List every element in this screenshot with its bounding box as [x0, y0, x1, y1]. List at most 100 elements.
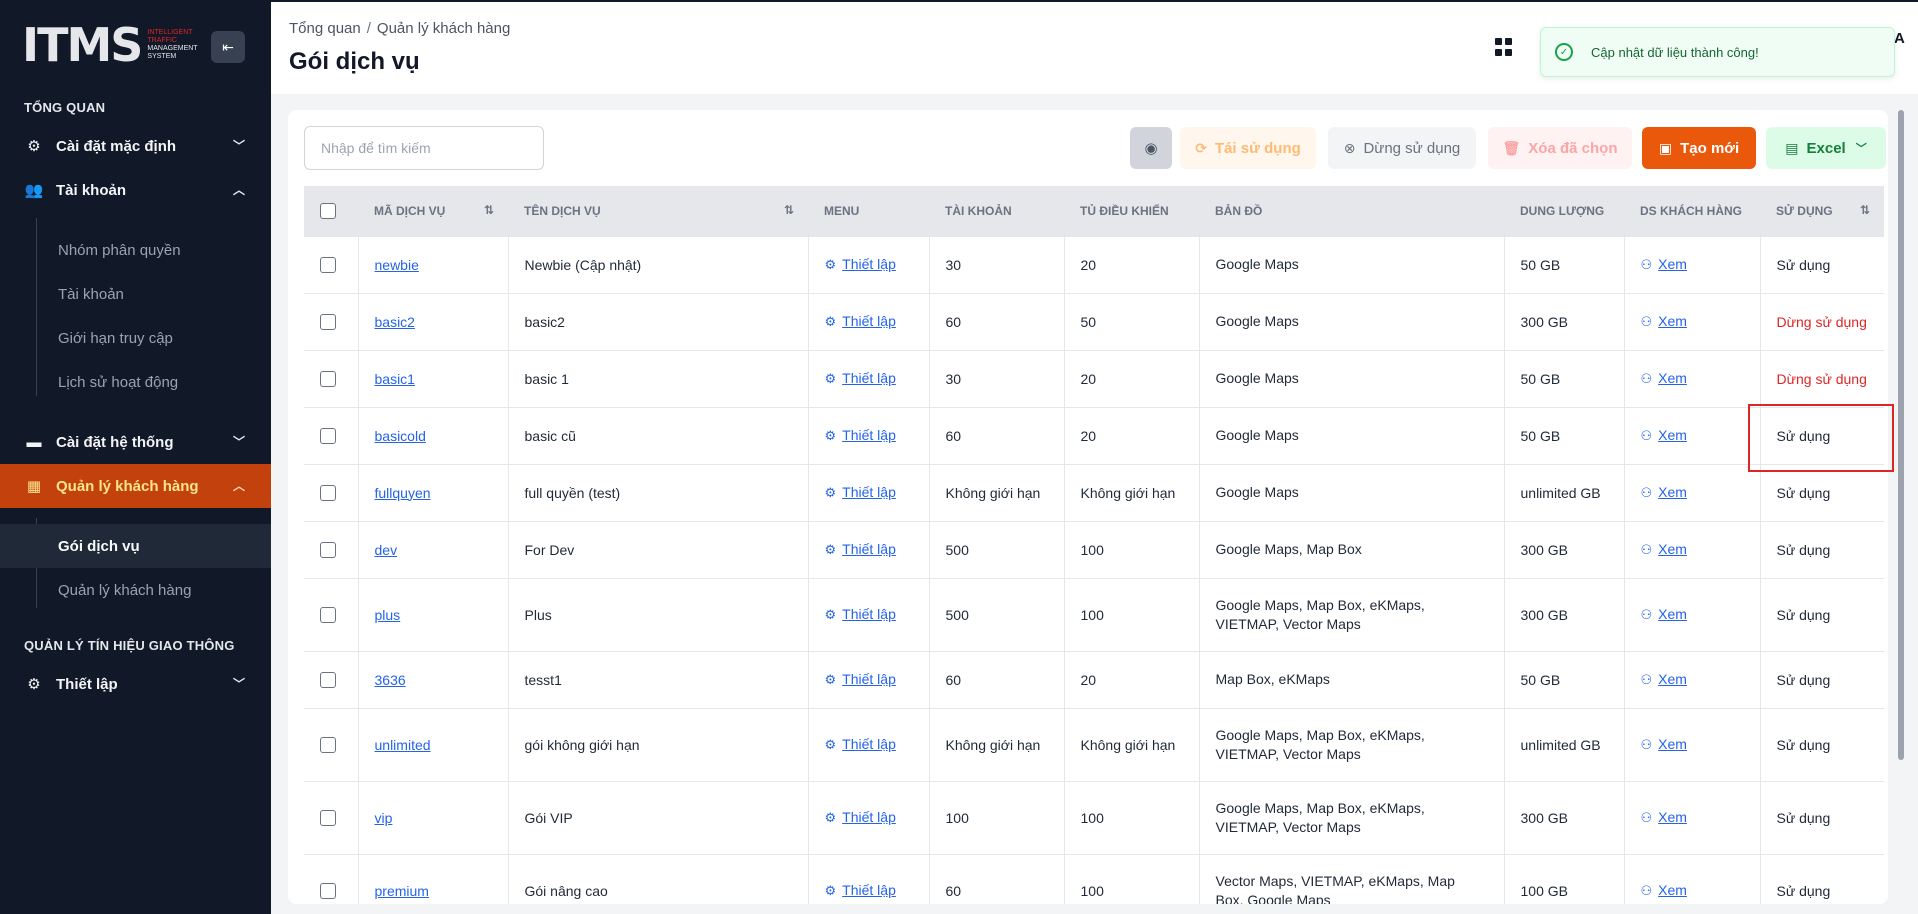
- sort-icon[interactable]: ⇅: [1860, 203, 1870, 217]
- sort-icon[interactable]: ⇅: [784, 203, 794, 217]
- select-all-checkbox[interactable]: [320, 202, 336, 219]
- nav-customer-management[interactable]: ▦ Quản lý khách hàng ︿: [0, 464, 271, 508]
- service-code-link[interactable]: plus: [375, 607, 401, 623]
- service-code-link[interactable]: vip: [375, 810, 393, 826]
- view-customers-link[interactable]: Xem: [1658, 313, 1687, 329]
- setup-link[interactable]: Thiết lập: [842, 736, 896, 752]
- service-code-link[interactable]: fullquyen: [375, 485, 431, 501]
- service-code-link[interactable]: unlimited: [375, 737, 431, 753]
- setup-link[interactable]: Thiết lập: [842, 256, 896, 272]
- users-icon: ⚇: [1640, 737, 1653, 752]
- search-input[interactable]: [304, 126, 544, 170]
- view-customers-link[interactable]: Xem: [1658, 370, 1687, 386]
- sidebar-item-accounts[interactable]: Tài khoản: [0, 272, 271, 316]
- setup-link[interactable]: Thiết lập: [842, 606, 896, 622]
- breadcrumb-overview[interactable]: Tổng quan: [289, 20, 361, 37]
- col-controllers: TỦ ĐIỀU KHIỂN: [1080, 203, 1169, 218]
- row-checkbox[interactable]: [320, 542, 336, 559]
- setup-link[interactable]: Thiết lập: [842, 370, 896, 386]
- row-select-cell: [304, 235, 358, 293]
- trash-icon: 🗑: [1502, 139, 1521, 156]
- row-checkbox[interactable]: [320, 607, 336, 624]
- view-customers-link[interactable]: Xem: [1658, 882, 1687, 898]
- row-checkbox[interactable]: [320, 257, 336, 274]
- users-icon: ⚇: [1640, 428, 1653, 443]
- row-checkbox[interactable]: [320, 737, 336, 754]
- toast-message: Cập nhật dữ liệu thành công!: [1591, 44, 1759, 60]
- row-checkbox[interactable]: [320, 672, 336, 689]
- create-new-button[interactable]: ▣ Tạo mới: [1642, 127, 1756, 169]
- code-cell: basic1: [357, 349, 508, 407]
- customers-cell: ⚇ Xem: [1623, 406, 1760, 464]
- nav-default-settings[interactable]: ⚙ Cài đặt mặc định ﹀: [0, 124, 271, 168]
- user-avatar[interactable]: A: [1894, 30, 1905, 47]
- delete-selected-button[interactable]: 🗑 Xóa đã chọn: [1488, 127, 1632, 169]
- setup-link[interactable]: Thiết lập: [842, 809, 896, 825]
- row-checkbox[interactable]: [320, 314, 336, 331]
- check-circle-icon: ✓: [1555, 43, 1573, 61]
- setup-link[interactable]: Thiết lập: [842, 882, 896, 898]
- maps-cell: Map Box, eKMaps: [1198, 650, 1504, 708]
- nav-account[interactable]: 👥 Tài khoản ︿: [0, 168, 271, 212]
- service-code-link[interactable]: basicold: [375, 428, 426, 444]
- view-customers-link[interactable]: Xem: [1658, 256, 1687, 272]
- name-cell: For Dev: [507, 520, 808, 578]
- row-checkbox[interactable]: [320, 485, 336, 502]
- menu-cell: ⚙ Thiết lập: [807, 463, 929, 521]
- col-name[interactable]: TÊN DỊCH VỤ ⇅: [508, 186, 808, 236]
- scrollbar[interactable]: [1898, 110, 1904, 760]
- chevron-down-icon: ﹀: [232, 435, 245, 449]
- column-visibility-button[interactable]: ◉: [1130, 127, 1172, 169]
- col-status[interactable]: SỬ DỤNG ⇅: [1760, 186, 1884, 236]
- service-code-link[interactable]: basic2: [375, 314, 415, 330]
- excel-export-button[interactable]: ▤ Excel ﹀: [1766, 127, 1886, 169]
- setup-link[interactable]: Thiết lập: [842, 671, 896, 687]
- service-code-link[interactable]: 3636: [375, 672, 406, 688]
- service-code-link[interactable]: basic1: [375, 371, 415, 387]
- collapse-sidebar-button[interactable]: ⇤: [211, 31, 245, 63]
- apps-grid-icon[interactable]: [1495, 38, 1513, 56]
- col-maps: BẢN ĐỒ: [1215, 203, 1263, 218]
- sidebar-item-service-packages[interactable]: Gói dịch vụ: [0, 524, 271, 568]
- view-customers-link[interactable]: Xem: [1658, 541, 1687, 557]
- row-checkbox[interactable]: [320, 883, 336, 900]
- reuse-button[interactable]: ⟳ Tái sử dụng: [1180, 127, 1316, 169]
- stop-using-button[interactable]: ⊗ Dừng sử dụng: [1328, 127, 1476, 169]
- view-customers-link[interactable]: Xem: [1658, 671, 1687, 687]
- view-customers-link[interactable]: Xem: [1658, 736, 1687, 752]
- controllers-cell: 100: [1063, 577, 1199, 651]
- window-icon: ▬: [26, 433, 42, 451]
- sidebar-item-activity-history[interactable]: Lịch sử hoạt động: [0, 360, 271, 404]
- nav-system-settings[interactable]: ▬ Cài đặt hệ thống ﹀: [0, 420, 271, 464]
- table-row: fullquyen full quyền (test) ⚙ Thiết lập Khôn…: [304, 463, 1884, 521]
- service-code-link[interactable]: dev: [375, 542, 398, 558]
- breadcrumb-customer-management[interactable]: Quản lý khách hàng: [377, 20, 510, 37]
- status-cell: Sử dụng: [1759, 520, 1884, 578]
- users-icon: ⚇: [1640, 607, 1653, 622]
- nav-setup[interactable]: ⚙ Thiết lập ﹀: [0, 662, 271, 706]
- sidebar-item-customers[interactable]: Quản lý khách hàng: [0, 568, 271, 612]
- setup-link[interactable]: Thiết lập: [842, 484, 896, 500]
- service-code-link[interactable]: premium: [375, 883, 429, 899]
- col-code[interactable]: MÃ DỊCH VỤ ⇅: [358, 186, 508, 236]
- sort-icon[interactable]: ⇅: [484, 203, 494, 217]
- sidebar-item-access-limits[interactable]: Giới hạn truy cập: [0, 316, 271, 360]
- row-checkbox[interactable]: [320, 810, 336, 827]
- settings-icon: ⚙: [824, 810, 837, 825]
- sidebar-item-permission-groups[interactable]: Nhóm phân quyền: [0, 228, 271, 272]
- setup-link[interactable]: Thiết lập: [842, 313, 896, 329]
- setup-link[interactable]: Thiết lập: [842, 541, 896, 557]
- storage-cell: 300 GB: [1503, 577, 1624, 651]
- service-code-link[interactable]: newbie: [375, 257, 419, 273]
- table-row: newbie Newbie (Cập nhật) ⚙ Thiết lập 30 20 Goo…: [304, 235, 1884, 293]
- row-checkbox[interactable]: [320, 428, 336, 445]
- customers-cell: ⚇ Xem: [1623, 577, 1760, 651]
- view-customers-link[interactable]: Xem: [1658, 809, 1687, 825]
- row-checkbox[interactable]: [320, 371, 336, 388]
- view-customers-link[interactable]: Xem: [1658, 427, 1687, 443]
- accounts-cell: 30: [928, 349, 1064, 407]
- app-logo[interactable]: ITMS INTELLIGENT TRAFFIC MANAGEMENT SYST…: [22, 22, 207, 68]
- view-customers-link[interactable]: Xem: [1658, 606, 1687, 622]
- view-customers-link[interactable]: Xem: [1658, 484, 1687, 500]
- setup-link[interactable]: Thiết lập: [842, 427, 896, 443]
